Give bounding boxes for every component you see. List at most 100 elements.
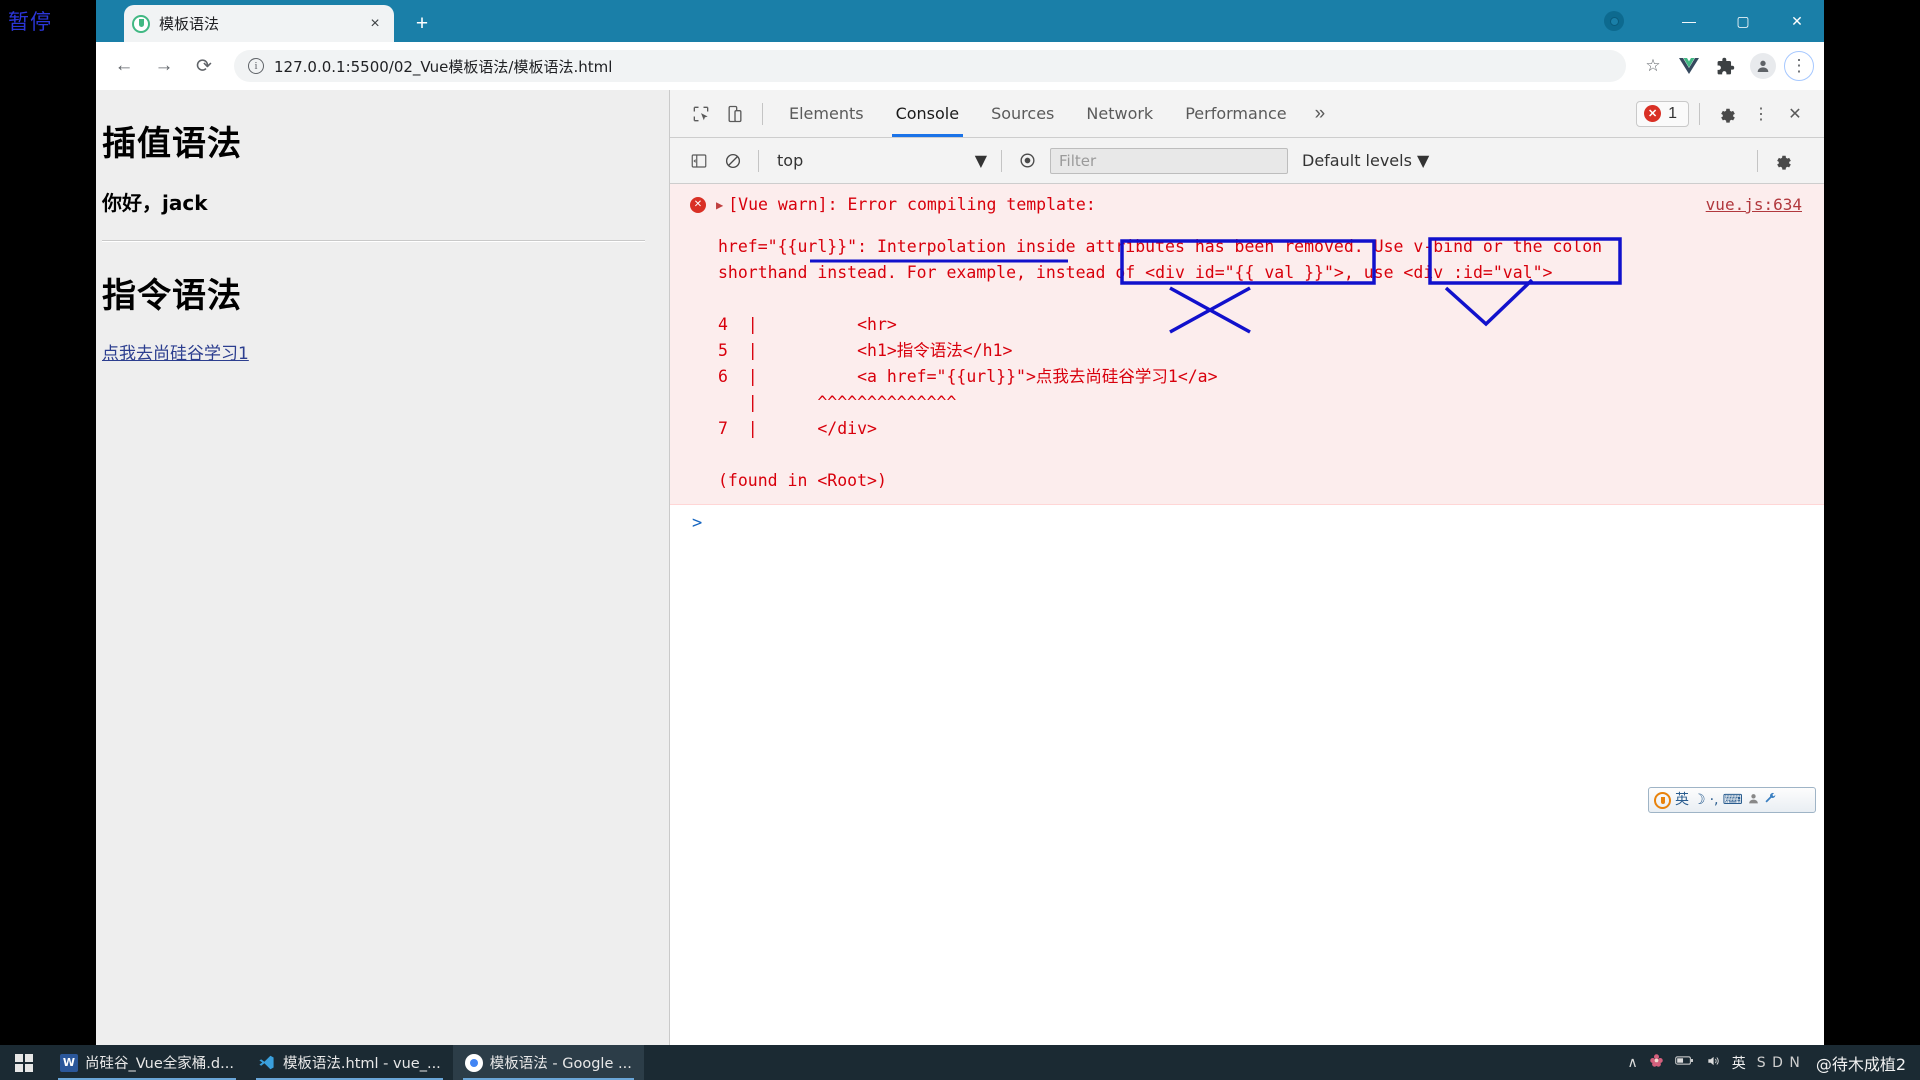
- greeting-text: 你好，jack: [102, 191, 208, 215]
- volume-icon[interactable]: [1705, 1054, 1721, 1072]
- wrench-icon[interactable]: [1764, 792, 1777, 808]
- study-link[interactable]: 点我去尚硅谷学习1: [102, 344, 249, 364]
- vue-logo-icon: [132, 14, 150, 33]
- tab-console[interactable]: Console: [880, 91, 976, 137]
- tab-network[interactable]: Network: [1070, 91, 1169, 137]
- toolbar-divider-2: [1699, 102, 1700, 125]
- maximize-button[interactable]: ▢: [1716, 0, 1770, 42]
- tab-elements[interactable]: Elements: [773, 91, 880, 137]
- profile-avatar[interactable]: [1604, 11, 1624, 31]
- console-error-entry[interactable]: ✕ ▶ [Vue warn]: Error compiling template…: [670, 184, 1824, 505]
- eye-glyph: [1019, 153, 1035, 168]
- filterbar-right: [1749, 144, 1812, 178]
- error-message-line-2: shorthand instead. For example, instead …: [718, 263, 1553, 282]
- web-page-content: 插值语法 你好，jack 指令语法 点我去尚硅谷学习1: [96, 90, 669, 1045]
- taskbar-item-word[interactable]: W 尚硅谷_Vue全家桶.d...: [48, 1045, 246, 1080]
- sidebar-glyph: [691, 153, 707, 168]
- tab-strip: 模板语法 × + — ▢ ✕: [96, 0, 1824, 42]
- page-and-devtools: 插值语法 你好，jack 指令语法 点我去尚硅谷学习1 Elements Con…: [96, 90, 1824, 1045]
- more-tabs-icon[interactable]: »: [1303, 103, 1338, 125]
- battery-glyph: [1675, 1056, 1693, 1065]
- expand-arrow-icon[interactable]: ▶: [716, 192, 723, 218]
- moon-icon[interactable]: ☽: [1693, 793, 1706, 807]
- filterbar-divider: [758, 149, 759, 172]
- live-expression-icon[interactable]: [1010, 144, 1044, 178]
- devtools-panel: Elements Console Sources Network Perform…: [669, 90, 1824, 1045]
- windows-taskbar: W 尚硅谷_Vue全家桶.d... 模板语法.html - vue_... 模板…: [0, 1045, 1920, 1080]
- tray-sdn-indicators[interactable]: S D N: [1757, 1055, 1801, 1071]
- clear-console-icon[interactable]: [716, 144, 750, 178]
- minimize-button[interactable]: —: [1662, 0, 1716, 42]
- page-heading-directive: 指令语法: [102, 276, 242, 316]
- site-info-icon[interactable]: i: [248, 58, 264, 74]
- log-levels-dropdown[interactable]: Default levels ▼: [1302, 151, 1429, 170]
- flower-icon[interactable]: [1649, 1053, 1664, 1072]
- error-source-link[interactable]: vue.js:634: [1706, 192, 1802, 218]
- console-settings-icon[interactable]: [1766, 144, 1800, 178]
- error-header: ✕ ▶ [Vue warn]: Error compiling template…: [680, 192, 1814, 218]
- error-count-badge[interactable]: ✕ 1: [1636, 100, 1689, 127]
- vscode-icon: [258, 1054, 276, 1072]
- close-window-button[interactable]: ✕: [1770, 0, 1824, 42]
- kebab-menu-icon[interactable]: ⋮: [1744, 97, 1778, 131]
- flower-glyph: [1650, 1054, 1663, 1067]
- browser-tab[interactable]: 模板语法 ×: [124, 5, 394, 42]
- navigation-toolbar: ← → ⟳ i 127.0.0.1:5500/02_Vue模板语法/模板语法.h…: [96, 42, 1824, 90]
- close-icon[interactable]: ×: [364, 13, 386, 35]
- word-icon: W: [60, 1053, 78, 1072]
- console-prompt[interactable]: >: [670, 505, 1824, 541]
- ban-glyph: [725, 153, 741, 168]
- console-output[interactable]: ✕ ▶ [Vue warn]: Error compiling template…: [670, 184, 1824, 1045]
- start-grid-glyph: [15, 1053, 33, 1072]
- sogou-ime-toolbar[interactable]: 英 ☽ ·, ⌨: [1648, 787, 1816, 813]
- gear-glyph-2: [1777, 155, 1791, 170]
- code-snippet-line-7: 7 | </div>: [718, 419, 877, 438]
- filterbar-divider-2: [1001, 149, 1002, 172]
- error-found-in: (found in <Root>): [718, 471, 887, 490]
- back-icon[interactable]: ←: [106, 48, 142, 84]
- taskbar-item-vscode[interactable]: 模板语法.html - vue_...: [246, 1045, 453, 1080]
- tab-sources[interactable]: Sources: [975, 91, 1070, 137]
- error-count: 1: [1668, 104, 1677, 122]
- person-icon[interactable]: [1747, 792, 1760, 808]
- close-devtools-icon[interactable]: ✕: [1778, 97, 1812, 131]
- keyboard-icon[interactable]: ⌨: [1722, 793, 1742, 807]
- console-context-selector[interactable]: top ▼: [771, 148, 993, 174]
- extensions-icon[interactable]: [1708, 49, 1742, 83]
- volume-glyph: [1708, 1056, 1719, 1065]
- gear-glyph: [1721, 108, 1735, 123]
- tray-ime-language[interactable]: 英: [1732, 1053, 1746, 1073]
- gear-icon[interactable]: [1710, 97, 1744, 131]
- console-filter-bar: top ▼ Filter Default levels ▼: [670, 138, 1824, 184]
- reload-icon[interactable]: ⟳: [186, 48, 222, 84]
- filter-input[interactable]: Filter: [1050, 147, 1288, 174]
- taskbar-label-word: 尚硅谷_Vue全家桶.d...: [85, 1056, 234, 1072]
- ime-mode-label[interactable]: 英: [1675, 793, 1689, 807]
- prompt-chevron-icon: >: [692, 513, 703, 533]
- vue-devtools-icon[interactable]: [1672, 49, 1706, 83]
- battery-icon[interactable]: [1675, 1054, 1694, 1071]
- console-sidebar-icon[interactable]: [682, 144, 716, 178]
- profile-icon[interactable]: [1750, 53, 1776, 79]
- inspect-element-icon[interactable]: [684, 97, 718, 131]
- code-snippet-line-5: 5 | <h1>指令语法</h1>: [718, 341, 1013, 360]
- forward-icon[interactable]: →: [146, 48, 182, 84]
- chevron-down-icon: ▼: [974, 151, 987, 170]
- device-toolbar-icon[interactable]: [718, 97, 752, 131]
- vscode-glyph: [259, 1055, 275, 1070]
- address-bar[interactable]: i 127.0.0.1:5500/02_Vue模板语法/模板语法.html: [234, 50, 1626, 82]
- tray-chevron-icon[interactable]: ∧: [1628, 1055, 1638, 1071]
- new-tab-button[interactable]: +: [408, 10, 436, 38]
- screen: 暂停 模板语法 × + — ▢ ✕ ← → ⟳ i 127.0.0.1:5500…: [0, 0, 1920, 1080]
- tab-performance[interactable]: Performance: [1169, 91, 1302, 137]
- chrome-menu-icon[interactable]: ⋮: [1784, 51, 1814, 81]
- taskbar-item-chrome[interactable]: 模板语法 - Google ...: [452, 1045, 644, 1080]
- puzzle-glyph: [1717, 57, 1734, 74]
- windows-start-icon[interactable]: [0, 1045, 48, 1080]
- code-snippet-line-6: 6 | <a href="{{url}}">点我去尚硅谷学习1</a>: [718, 367, 1218, 386]
- star-icon[interactable]: ☆: [1636, 49, 1670, 83]
- error-circle-icon: ✕: [1644, 105, 1662, 122]
- url-text: 127.0.0.1:5500/02_Vue模板语法/模板语法.html: [274, 57, 613, 76]
- chevron-down-icon-2: ▼: [1417, 151, 1430, 170]
- punctuation-icon[interactable]: ·,: [1710, 793, 1719, 807]
